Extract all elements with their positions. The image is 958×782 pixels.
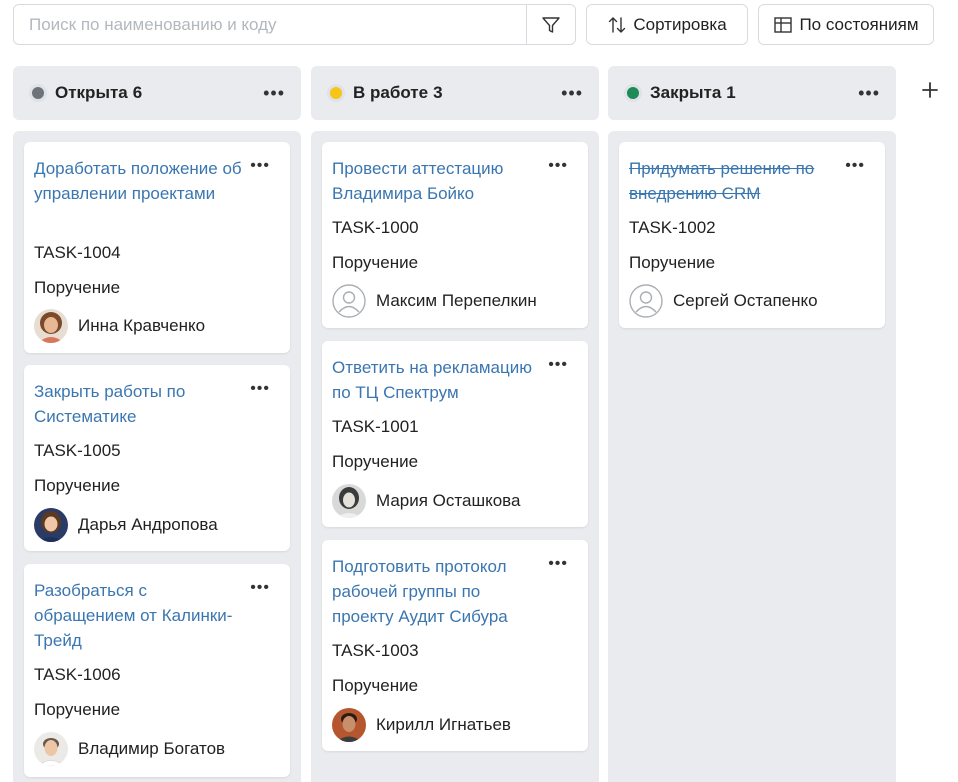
assignee-name: Кирилл Игнатьев [376, 715, 511, 734]
task-title-link[interactable]: Придумать решение по внедрению CRM [629, 156, 839, 206]
task-code: TASK-1003 [332, 641, 419, 660]
assignee: Дарья Андропова [34, 508, 218, 542]
task-code: TASK-1005 [34, 441, 121, 460]
assignee-name: Сергей Остапенко [673, 291, 818, 310]
assignee-name: Максим Перепелкин [376, 291, 537, 310]
task-title-link[interactable]: Провести аттестацию Владимира Бойко [332, 156, 542, 206]
search-input[interactable] [14, 5, 526, 44]
more-horizontal-icon[interactable]: ••• [250, 580, 270, 596]
more-horizontal-icon[interactable]: ••• [548, 158, 568, 174]
table-layout-icon [774, 16, 793, 33]
more-horizontal-icon[interactable]: ••• [561, 84, 583, 102]
filter-button[interactable] [526, 5, 575, 44]
sort-arrows-icon [609, 16, 626, 33]
group-by-states-button[interactable]: По состояниям [758, 4, 934, 45]
task-card[interactable]: Закрыть работы по Систематике ••• TASK-1… [24, 365, 290, 551]
task-card[interactable]: Разобраться с обращением от Калинки-Трей… [24, 564, 290, 777]
more-horizontal-icon[interactable]: ••• [548, 556, 568, 572]
more-horizontal-icon[interactable]: ••• [250, 381, 270, 397]
task-type: Поручение [34, 700, 121, 719]
assignee: Сергей Остапенко [629, 284, 818, 318]
task-title-link[interactable]: Доработать положение об управлении проек… [34, 156, 244, 206]
user-placeholder-icon [629, 284, 663, 318]
sort-button-label: Сортировка [633, 14, 727, 34]
column-body-closed: Придумать решение по внедрению CRM ••• T… [608, 131, 896, 782]
avatar [332, 708, 366, 742]
column-header-in-progress: В работе 3 ••• [311, 66, 599, 120]
avatar [332, 484, 366, 518]
assignee-name: Владимир Богатов [78, 739, 226, 758]
task-code: TASK-1001 [332, 417, 419, 436]
assignee: Владимир Богатов [34, 732, 225, 766]
assignee-name: Мария Осташкова [376, 491, 521, 510]
status-dot-icon [327, 84, 345, 102]
column-title: В работе [353, 83, 429, 102]
column-count: 6 [132, 83, 143, 102]
more-horizontal-icon[interactable]: ••• [263, 84, 285, 102]
avatar [34, 309, 68, 343]
more-horizontal-icon[interactable]: ••• [845, 158, 865, 174]
column-count: 3 [433, 83, 443, 102]
sort-button[interactable]: Сортировка [586, 4, 748, 45]
column-count: 1 [726, 83, 736, 102]
task-type: Поручение [34, 278, 121, 297]
more-horizontal-icon[interactable]: ••• [548, 357, 568, 373]
task-type: Поручение [629, 253, 716, 272]
avatar [34, 732, 68, 766]
task-code: TASK-1002 [629, 218, 716, 237]
task-code: TASK-1004 [34, 243, 121, 262]
task-card[interactable]: Придумать решение по внедрению CRM ••• T… [619, 142, 885, 328]
assignee: Максим Перепелкин [332, 284, 537, 318]
avatar [34, 508, 68, 542]
task-code: TASK-1000 [332, 218, 419, 237]
assignee: Мария Осташкова [332, 484, 520, 518]
search-box[interactable] [13, 4, 576, 45]
user-placeholder-icon [332, 284, 366, 318]
task-code: TASK-1006 [34, 665, 121, 684]
assignee: Кирилл Игнатьев [332, 708, 511, 742]
filter-icon [542, 16, 560, 33]
task-card[interactable]: Провести аттестацию Владимира Бойко ••• … [322, 142, 588, 328]
task-title-link[interactable]: Разобраться с обращением от Калинки-Трей… [34, 578, 244, 653]
column-header-open: Открыта 6 ••• [13, 66, 301, 120]
assignee: Инна Кравченко [34, 309, 205, 343]
column-title: Открыта [55, 83, 128, 102]
more-horizontal-icon[interactable]: ••• [250, 158, 270, 174]
group-by-states-label: По состояниям [799, 14, 919, 34]
column-header-closed: Закрыта 1 ••• [608, 66, 896, 120]
task-card[interactable]: Доработать положение об управлении проек… [24, 142, 290, 353]
task-card[interactable]: Ответить на рекламацию по ТЦ Спектрум ••… [322, 341, 588, 527]
status-dot-icon [29, 84, 47, 102]
task-type: Поручение [332, 253, 419, 272]
column-body-in-progress: Провести аттестацию Владимира Бойко ••• … [311, 131, 599, 782]
task-type: Поручение [332, 452, 419, 471]
task-type: Поручение [34, 476, 121, 495]
task-title-link[interactable]: Закрыть работы по Систематике [34, 379, 244, 429]
status-dot-icon [624, 84, 642, 102]
task-type: Поручение [332, 676, 419, 695]
assignee-name: Дарья Андропова [78, 515, 218, 534]
task-title-link[interactable]: Подготовить протокол рабочей группы по п… [332, 554, 542, 629]
task-card[interactable]: Подготовить протокол рабочей группы по п… [322, 540, 588, 751]
column-title: Закрыта [650, 83, 722, 102]
column-body-open: Доработать положение об управлении проек… [13, 131, 301, 782]
assignee-name: Инна Кравченко [78, 316, 206, 335]
task-title-link[interactable]: Ответить на рекламацию по ТЦ Спектрум [332, 355, 542, 405]
plus-icon[interactable] [918, 78, 942, 102]
more-horizontal-icon[interactable]: ••• [858, 84, 880, 102]
